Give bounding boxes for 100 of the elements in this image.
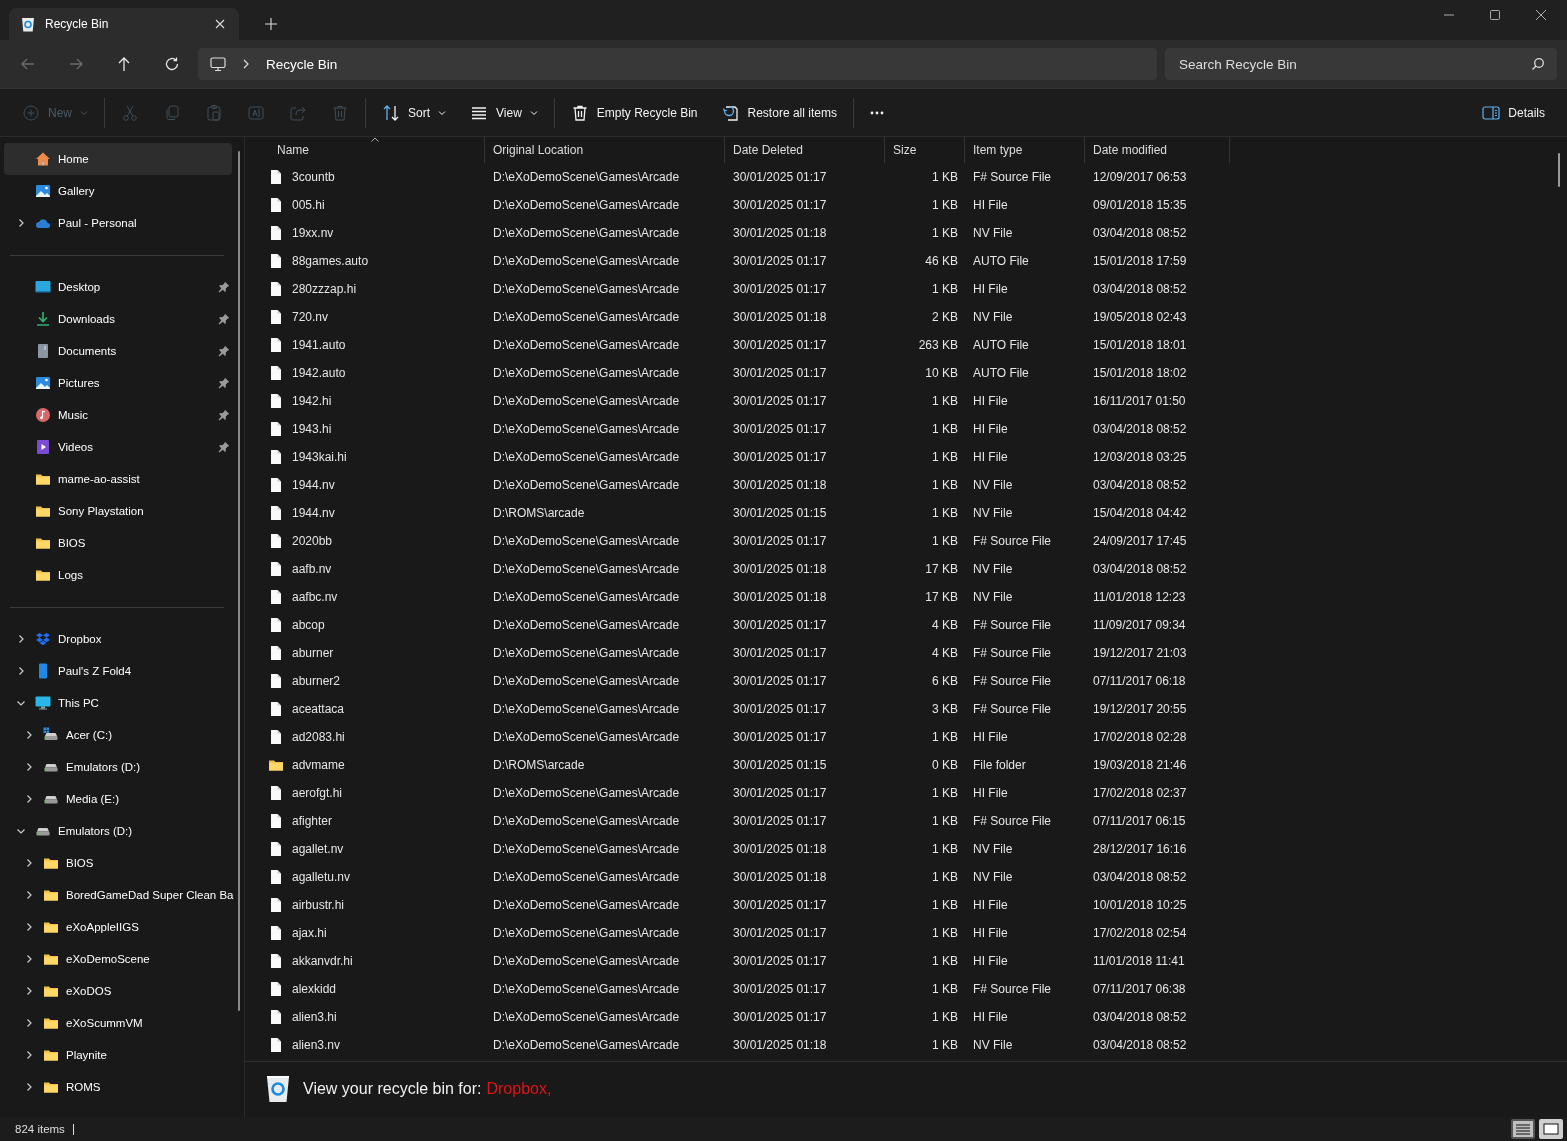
file-name[interactable]: 1942.auto — [292, 366, 346, 380]
close-icon[interactable] — [1535, 9, 1547, 21]
sidebar-item[interactable]: Acer (C:) — [4, 719, 232, 751]
chevron-right-icon[interactable] — [24, 794, 34, 804]
maximize-icon[interactable] — [1489, 9, 1501, 21]
file-name[interactable]: aceattaca — [292, 702, 345, 716]
sidebar-item[interactable]: Videos — [4, 431, 232, 463]
chevron-right-icon[interactable] — [24, 858, 34, 868]
sidebar-item[interactable]: eXoScummVM — [4, 1007, 232, 1039]
file-name[interactable]: 88games.auto — [292, 254, 369, 268]
file-name[interactable]: 2020bb — [292, 534, 333, 548]
sidebar-item[interactable]: BIOS — [4, 847, 232, 879]
sidebar-item[interactable]: eXoDemoScene — [4, 943, 232, 975]
sidebar-item[interactable]: BoredGameDad Super Clean Ba — [4, 879, 232, 911]
file-name[interactable]: advmame — [292, 758, 345, 772]
column-header[interactable]: Size — [885, 137, 965, 163]
sidebar-item[interactable]: Downloads — [4, 303, 232, 335]
column-header[interactable]: Original Location — [485, 137, 725, 163]
chevron-right-icon[interactable] — [16, 634, 26, 644]
file-name[interactable]: ajax.hi — [292, 926, 327, 940]
details-button[interactable]: Details — [1470, 95, 1557, 130]
file-name[interactable]: 1941.auto — [292, 338, 346, 352]
chevron-right-icon[interactable] — [24, 730, 34, 740]
sidebar-item[interactable]: ROMS — [4, 1071, 232, 1103]
sidebar-item[interactable]: eXoDOS — [4, 975, 232, 1007]
sidebar-item[interactable]: Pictures — [4, 367, 232, 399]
file-name[interactable]: ad2083.hi — [292, 730, 345, 744]
sidebar-item[interactable]: Paul's Z Fold4 — [4, 655, 232, 687]
chevron-right-icon[interactable] — [24, 1018, 34, 1028]
chevron-right-icon[interactable] — [24, 922, 34, 932]
column-header[interactable]: Date modified — [1085, 137, 1230, 163]
chevron-right-icon[interactable] — [24, 762, 34, 772]
scrollbar[interactable] — [238, 151, 240, 1011]
address-bar[interactable]: Recycle Bin — [198, 48, 1157, 80]
empty-button[interactable]: Empty Recycle Bin — [558, 95, 710, 130]
sidebar-item[interactable]: Music — [4, 399, 232, 431]
sidebar-item[interactable]: Paul - Personal — [4, 207, 232, 239]
file-name[interactable]: 720.nv — [292, 310, 329, 324]
file-name[interactable]: airbustr.hi — [292, 898, 345, 912]
up-arrow-icon[interactable] — [116, 56, 132, 72]
file-name[interactable]: akkanvdr.hi — [292, 954, 353, 968]
chevron-down-icon[interactable] — [16, 698, 26, 708]
file-name[interactable]: agallet.nv — [292, 842, 344, 856]
sidebar-item[interactable]: Documents — [4, 335, 232, 367]
file-name[interactable]: 1944.nv — [292, 506, 335, 520]
sidebar-item[interactable]: Emulators (D:) — [4, 815, 232, 847]
view-button[interactable]: View — [458, 95, 550, 130]
file-name[interactable]: 19xx.nv — [292, 226, 334, 240]
file-name[interactable]: aafbc.nv — [292, 590, 338, 604]
file-name[interactable]: alien3.hi — [292, 1010, 337, 1024]
sidebar-item[interactable]: Emulators (D:) — [4, 751, 232, 783]
sidebar-item[interactable]: mame-ao-assist — [4, 463, 232, 495]
details-view-button[interactable] — [1511, 1119, 1535, 1139]
sidebar-item[interactable]: Logs — [4, 559, 232, 591]
chevron-right-icon[interactable] — [16, 666, 26, 676]
column-header[interactable]: Date Deleted — [725, 137, 885, 163]
sidebar-item[interactable]: Home — [4, 143, 232, 175]
sidebar-item[interactable]: This PC — [4, 687, 232, 719]
chevron-right-icon[interactable] — [24, 954, 34, 964]
chevron-right-icon[interactable] — [24, 890, 34, 900]
file-name[interactable]: afighter — [292, 814, 333, 828]
file-name[interactable]: aburner2 — [292, 674, 341, 688]
chevron-right-icon[interactable] — [24, 986, 34, 996]
tiles-view-button[interactable] — [1539, 1119, 1563, 1139]
file-name[interactable]: aburner — [292, 646, 334, 660]
sort-button[interactable]: Sort — [370, 95, 459, 130]
breadcrumb[interactable]: Recycle Bin — [266, 56, 338, 72]
chevron-right-icon[interactable] — [24, 1050, 34, 1060]
file-name[interactable]: 1944.nv — [292, 478, 335, 492]
file-name[interactable]: alien3.nv — [292, 1038, 341, 1052]
sidebar-item[interactable]: BIOS — [4, 527, 232, 559]
search-field[interactable]: Search Recycle Bin — [1165, 48, 1557, 80]
file-name[interactable]: agalletu.nv — [292, 870, 351, 884]
refresh-icon[interactable] — [164, 56, 180, 72]
file-name[interactable]: 3countb — [292, 170, 335, 184]
sidebar-item[interactable]: Media (E:) — [4, 783, 232, 815]
sidebar-item[interactable]: Dropbox — [4, 623, 232, 655]
file-name[interactable]: 280zzzap.hi — [292, 282, 357, 296]
file-name[interactable]: alexkidd — [292, 982, 337, 996]
sidebar-item[interactable]: Desktop — [4, 271, 232, 303]
file-name[interactable]: 1942.hi — [292, 394, 332, 408]
window-tab[interactable]: Recycle Bin — [9, 8, 239, 40]
chevron-down-icon[interactable] — [16, 826, 26, 836]
file-name[interactable]: aerofgt.hi — [292, 786, 343, 800]
file-name[interactable]: 005.hi — [292, 198, 325, 212]
column-header[interactable]: Name — [265, 137, 485, 163]
sidebar-item[interactable]: eXoAppleIIGS — [4, 911, 232, 943]
file-name[interactable]: 1943kai.hi — [292, 450, 347, 464]
file-name[interactable]: aafb.nv — [292, 562, 332, 576]
chevron-right-icon[interactable] — [24, 1082, 34, 1092]
dropbox-link[interactable]: Dropbox, — [486, 1080, 552, 1098]
sidebar-item[interactable]: Playnite — [4, 1039, 232, 1071]
sidebar-item[interactable]: Gallery — [4, 175, 232, 207]
restore-button[interactable]: Restore all items — [709, 95, 849, 130]
file-name[interactable]: 1943.hi — [292, 422, 332, 436]
file-name[interactable]: abcop — [292, 618, 325, 632]
sidebar-item[interactable]: Sony Playstation — [4, 495, 232, 527]
scrollbar[interactable] — [1558, 153, 1560, 187]
chevron-right-icon[interactable] — [16, 218, 26, 228]
new-tab-icon[interactable] — [265, 18, 277, 30]
